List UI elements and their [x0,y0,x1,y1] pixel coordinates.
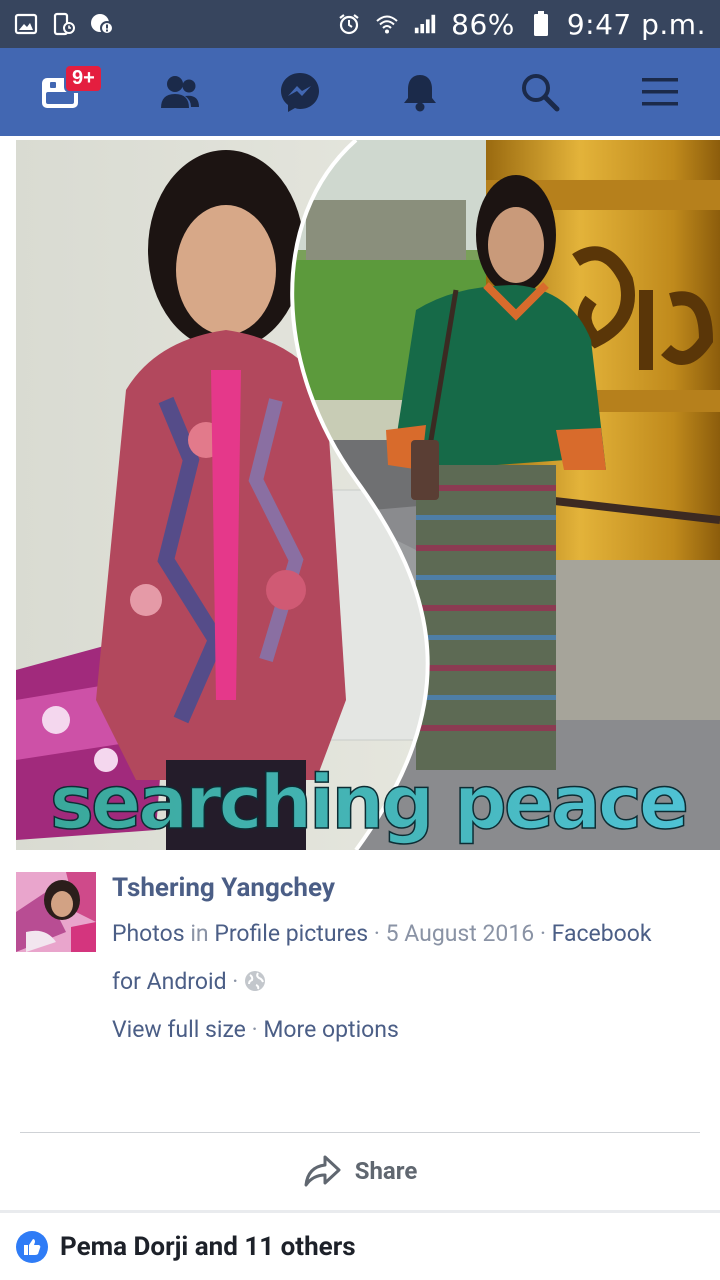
nav-menu-tab[interactable] [630,62,690,122]
like-thumb-icon [16,1231,48,1263]
author-name-link[interactable]: Tshering Yangchey [112,870,702,910]
nav-news-feed-tab[interactable]: 9+ [30,62,103,122]
separator-dot: · [251,1016,258,1043]
signal-icon [413,12,437,36]
reactions-summary[interactable]: Pema Dorji and 11 others [0,1214,720,1280]
post-photo[interactable]: searching peace [16,140,720,850]
share-button[interactable]: Share [0,1140,720,1202]
share-arrow-icon [304,1155,341,1187]
app-link-part-1: Facebook [551,920,652,947]
separator-dot: · [539,920,546,947]
app-link-part-2: for Android [112,968,227,995]
author-avatar[interactable] [16,872,96,952]
status-left-icons [14,12,114,36]
likes-text: Pema Dorji and 11 others [60,1232,356,1262]
wifi-icon [375,12,399,36]
photos-link[interactable]: Photos [112,920,185,947]
battery-percent: 86% [451,7,515,41]
messenger-alert-icon [90,12,114,36]
friends-icon [161,76,199,108]
more-options-link[interactable]: More options [263,1016,399,1043]
post-meta-line: Photos in Profile pictures · 5 August 20… [112,910,702,1006]
messenger-icon [281,73,319,112]
status-right-icons: 86% 9:47 p.m. [337,8,706,41]
hamburger-menu-icon [642,78,678,106]
post-meta: Tshering Yangchey Photos in Profile pict… [112,870,702,1054]
post-date: 5 August 2016 [385,920,535,947]
nav-notifications-tab[interactable] [390,62,450,122]
bell-icon [404,75,436,112]
share-label: Share [354,1157,418,1185]
nav-friends-tab[interactable] [150,62,210,122]
divider [20,1132,700,1133]
photo-actions-line: View full size · More options [112,1006,702,1054]
phone-clock-icon [52,12,76,36]
public-globe-icon [244,961,266,991]
separator-dot: · [232,968,239,995]
notification-count-badge: 9+ [64,64,103,93]
top-navigation-bar: 9+ [0,48,720,136]
alarm-icon [337,12,361,36]
photo-caption-overlay: searching peace [50,760,686,846]
section-separator [0,1210,720,1213]
nav-messenger-tab[interactable] [270,62,330,122]
view-full-size-link[interactable]: View full size [112,1016,246,1043]
status-bar: 86% 9:47 p.m. [0,0,720,48]
separator-dot: · [373,920,380,947]
album-link[interactable]: Profile pictures [214,920,368,947]
gallery-notification-icon [14,12,38,36]
battery-icon [529,11,553,36]
search-icon [522,74,560,112]
clock-time: 9:47 p.m. [566,7,706,41]
in-word: in [190,920,209,947]
nav-search-tab[interactable] [510,62,570,122]
